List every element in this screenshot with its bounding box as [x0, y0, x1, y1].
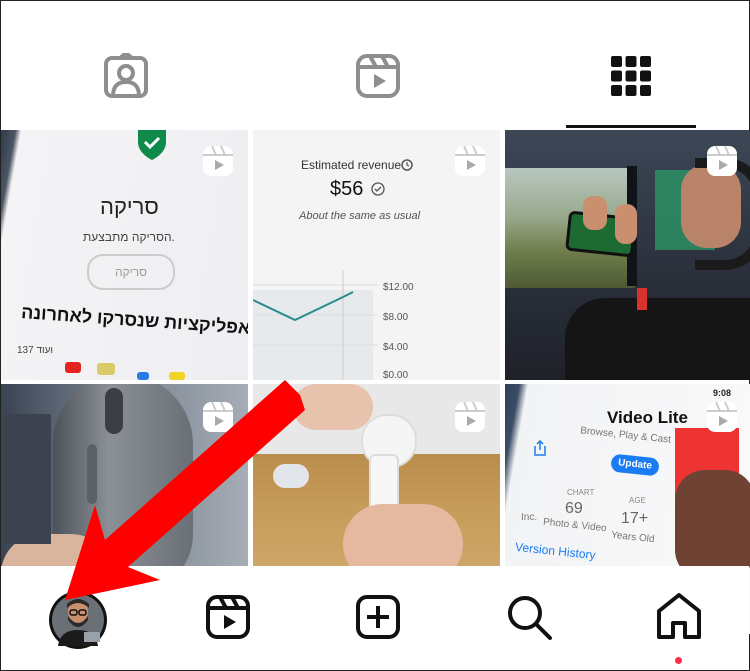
clock-icon: [401, 159, 413, 171]
app-tagline: Browse, Play & Cast: [579, 425, 672, 446]
chart-value: 69: [565, 500, 583, 517]
reel-badge-icon: [707, 401, 737, 432]
y-tick-label: $8.00: [383, 312, 409, 323]
tab-tagged[interactable]: [101, 51, 151, 101]
reel-badge-icon: [455, 145, 485, 176]
hand: [583, 196, 607, 230]
tab-posts-grid[interactable]: [606, 51, 656, 101]
thumb: [675, 470, 750, 580]
version-history-link: Version History: [514, 539, 597, 563]
age-value: 17+: [621, 510, 649, 527]
y-tick-label: $12.00: [383, 282, 414, 293]
app-name: Video Lite: [607, 408, 688, 427]
search-icon: [508, 596, 552, 640]
reel-badge-icon: [455, 401, 485, 432]
shield-check-icon: [138, 130, 166, 160]
age-sub: Years Old: [610, 529, 656, 546]
post-heading: אפליקציות שנסרקו לאחרונה: [20, 302, 248, 338]
check-circle-icon: [371, 182, 385, 196]
profile-tab-bar: [1, 1, 749, 128]
active-tab-indicator: [566, 125, 696, 128]
shirt: [565, 298, 750, 380]
reel-badge-icon: [203, 145, 233, 176]
update-button: Update: [610, 453, 660, 477]
share-icon: [534, 440, 546, 456]
post-subtitle: הסריקה מתבצעת.: [83, 230, 175, 244]
reels-icon: [206, 595, 250, 639]
finger: [293, 384, 373, 430]
post-more: ועוד 137: [17, 345, 54, 356]
y-tick-label: $4.00: [383, 342, 409, 353]
developer-cut: Inc.: [521, 512, 538, 523]
posts-grid: סריקה הסריקה מתבצעת. סריקה אפליקציות שנס…: [1, 130, 750, 634]
nav-create[interactable]: [352, 591, 404, 643]
tab-reels[interactable]: [353, 51, 403, 101]
plus-square-icon: [356, 595, 400, 639]
chart-sub: Photo & Video: [542, 516, 608, 535]
age-label: AGE: [629, 496, 646, 505]
post-title: סריקה: [100, 194, 159, 219]
hand: [615, 204, 637, 244]
earbud-case: [273, 464, 309, 488]
app-icon: [169, 372, 185, 380]
nav-reels[interactable]: [202, 591, 254, 643]
youtube-app-icon: [65, 362, 81, 373]
nav-search[interactable]: [503, 591, 555, 643]
bottom-nav: [1, 566, 749, 670]
reel-badge-icon: [203, 401, 233, 432]
app-icon: [137, 372, 149, 380]
side-button: [87, 444, 97, 504]
y-tick-label: $0.00: [383, 370, 409, 380]
chart-label: CHART: [567, 488, 595, 497]
home-icon: [657, 593, 701, 639]
nav-home[interactable]: [653, 591, 705, 643]
can: [637, 288, 647, 310]
revenue-label: Estimated revenue: [301, 158, 402, 172]
revenue-amount: $56: [330, 178, 364, 200]
avatar: [49, 591, 107, 649]
app-icon: [97, 363, 115, 375]
tagged-person-icon: [104, 53, 148, 98]
scan-button: סריקה: [87, 254, 175, 290]
reels-icon: [356, 54, 400, 98]
revenue-line-chart: [253, 270, 378, 380]
status-time: 9:08: [713, 388, 732, 398]
nav-profile[interactable]: [48, 590, 108, 650]
notification-dot: [675, 657, 682, 664]
grid-icon: [611, 56, 651, 96]
background: [1, 414, 51, 544]
reel-badge-icon: [707, 145, 737, 176]
revenue-note: About the same as usual: [299, 210, 421, 222]
scroll-wheel: [105, 388, 123, 434]
